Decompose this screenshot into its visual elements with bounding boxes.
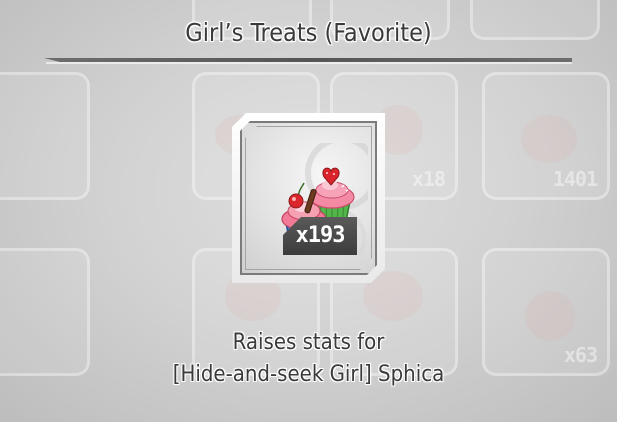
item-card[interactable]: x193 [232, 113, 385, 283]
item-description-line-1: Raises stats for [232, 330, 385, 355]
item-card-inner: x193 [240, 121, 377, 275]
item-description-line-2: [Hide-and-seek Girl] Sphica [172, 362, 445, 387]
background-slot-count: 1401 [552, 167, 598, 191]
background-slot: 1401 [482, 72, 610, 200]
background-slot-count: x18 [411, 167, 446, 191]
title-divider-highlight [46, 62, 572, 64]
background-slot [0, 248, 90, 376]
item-detail-screen: x18 1401 x63 Girl’s Treats (Favorite) x1… [0, 0, 617, 422]
background-slot: x63 [482, 248, 610, 376]
item-title: Girl’s Treats (Favorite) [185, 18, 432, 47]
background-slot [0, 72, 90, 200]
